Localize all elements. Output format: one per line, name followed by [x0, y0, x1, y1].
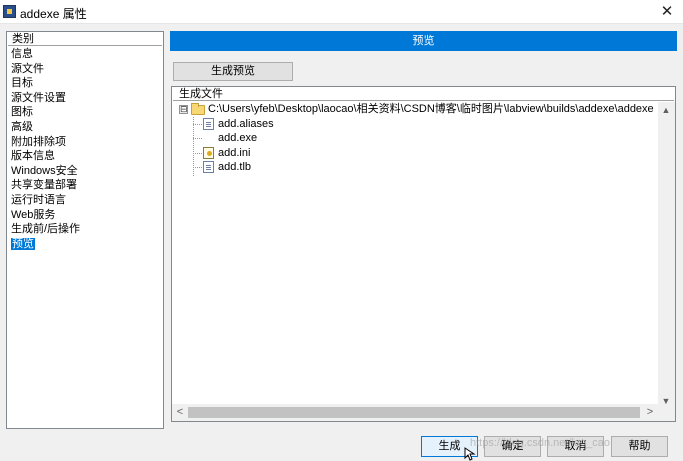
tree-file-row[interactable]: add.ini	[172, 146, 472, 160]
generated-files-tree: ⊟ C:\Users\yfeb\Desktop\laocao\相关资料\CSDN…	[172, 101, 675, 407]
tree-file-label: add.aliases	[218, 118, 274, 130]
category-icon[interactable]: 图标	[7, 105, 163, 120]
category-web-services[interactable]: Web服务	[7, 208, 163, 223]
category-windows-security[interactable]: Windows安全	[7, 164, 163, 179]
tree-file-label: add.exe	[218, 132, 258, 144]
category-list[interactable]: 类别 信息 源文件 目标 源文件设置 图标 高级 附加排除项 版本信息 Wind…	[6, 31, 164, 429]
folder-icon	[191, 103, 205, 115]
tree-file-label: add.ini	[218, 147, 251, 159]
generated-files-panel: 生成文件 ⊟ C:\Users\yfeb\Desktop\laocao\相关资料…	[171, 86, 676, 422]
labview-app-icon	[3, 5, 16, 18]
title-bar: addexe 属性 ✕	[0, 0, 683, 24]
ok-button[interactable]: 确定	[484, 436, 541, 457]
category-header: 类别	[8, 33, 162, 46]
category-destinations[interactable]: 目标	[7, 76, 163, 91]
vertical-scrollbar[interactable]: ▲ ▼	[658, 102, 675, 408]
scroll-right-icon[interactable]: >	[643, 406, 657, 418]
document-icon	[203, 161, 214, 173]
category-advanced[interactable]: 高级	[7, 120, 163, 135]
category-pre-post-build-actions[interactable]: 生成前/后操作	[7, 222, 163, 237]
horizontal-scrollbar[interactable]: < >	[172, 404, 658, 421]
tree-file-row[interactable]: add.aliases	[172, 117, 472, 131]
scroll-up-icon[interactable]: ▲	[659, 105, 673, 115]
category-shared-variable-deployment[interactable]: 共享变量部署	[7, 178, 163, 193]
generate-preview-button[interactable]: 生成预览	[173, 62, 293, 81]
tree-file-row[interactable]: add.tlb	[172, 160, 472, 174]
close-icon[interactable]: ✕	[657, 2, 677, 22]
scroll-corner	[658, 404, 675, 421]
collapse-icon[interactable]: ⊟	[179, 105, 188, 114]
document-icon	[203, 118, 214, 130]
tree-file-row[interactable]: add.exe	[172, 131, 472, 145]
generated-files-header: 生成文件	[173, 88, 674, 101]
category-source-file-settings[interactable]: 源文件设置	[7, 91, 163, 106]
tree-root-row[interactable]: ⊟ C:\Users\yfeb\Desktop\laocao\相关资料\CSDN…	[172, 102, 658, 116]
config-file-icon	[203, 147, 214, 159]
category-additional-exclusions[interactable]: 附加排除项	[7, 135, 163, 150]
mouse-cursor-icon	[464, 447, 476, 461]
panel-title: 预览	[170, 31, 677, 51]
category-preview[interactable]: 预览	[7, 237, 163, 252]
scroll-left-icon[interactable]: <	[173, 406, 187, 418]
category-runtime-languages[interactable]: 运行时语言	[7, 193, 163, 208]
tree-root-label: C:\Users\yfeb\Desktop\laocao\相关资料\CSDN博客…	[208, 103, 654, 115]
category-source-files[interactable]: 源文件	[7, 62, 163, 77]
window-title: addexe 属性	[20, 7, 87, 21]
category-info[interactable]: 信息	[7, 47, 163, 62]
cancel-button[interactable]: 取消	[547, 436, 604, 457]
category-version-info[interactable]: 版本信息	[7, 149, 163, 164]
help-button[interactable]: 帮助	[611, 436, 668, 457]
category-items: 信息 源文件 目标 源文件设置 图标 高级 附加排除项 版本信息 Windows…	[7, 46, 163, 251]
tree-file-label: add.tlb	[218, 161, 252, 173]
horizontal-scroll-thumb[interactable]	[188, 407, 640, 418]
